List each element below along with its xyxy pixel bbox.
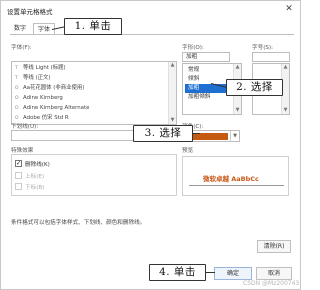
preview-text: 微软卓越 AaBbCc bbox=[203, 175, 259, 183]
callout-arrow bbox=[205, 272, 215, 274]
font-list[interactable]: T 等线 Light (标题) T 等线 (正文) O Aa花花圆体 (非商业使用) … bbox=[11, 61, 177, 125]
ok-button[interactable]: 确定 bbox=[214, 267, 252, 280]
truetype-font-icon: T bbox=[15, 76, 18, 81]
scroll-up-icon[interactable]: ▲ bbox=[169, 62, 176, 69]
font-list-item[interactable]: O Adine Kirnberg Alternate bbox=[15, 104, 89, 113]
underline-label: 下划线(U): bbox=[11, 124, 39, 130]
font-label: 字体(F): bbox=[11, 45, 32, 51]
preview-baseline bbox=[189, 185, 284, 186]
font-list-item[interactable]: T 等线 Light (标题) bbox=[15, 64, 66, 73]
scroll-up-icon[interactable]: ▲ bbox=[282, 64, 289, 71]
strikethrough-label: 删除线(K) bbox=[25, 162, 50, 168]
close-icon[interactable]: ✕ bbox=[283, 4, 295, 14]
callout-arrow bbox=[192, 133, 200, 135]
tab-divider bbox=[10, 34, 294, 35]
preview-box: 微软卓越 AaBbCc bbox=[182, 156, 289, 196]
subscript-checkbox[interactable] bbox=[15, 183, 22, 190]
watermark: CSDN @Mz200743 bbox=[243, 280, 300, 287]
scroll-down-icon[interactable]: ▼ bbox=[282, 107, 289, 114]
truetype-font-icon: T bbox=[15, 66, 18, 71]
opentype-font-icon: O bbox=[15, 106, 19, 111]
clear-button[interactable]: 清除(R) bbox=[257, 240, 291, 253]
callout-step3: 3. 选择 bbox=[133, 125, 193, 142]
opentype-font-icon: O bbox=[15, 86, 19, 91]
conditional-format-note: 条件格式可以包括字体样式、下划线、颜色和删除线。 bbox=[11, 220, 146, 226]
chevron-down-icon[interactable]: ▼ bbox=[230, 131, 239, 141]
superscript-label: 上标(E) bbox=[25, 174, 45, 180]
callout-step2: 2. 选择 bbox=[226, 79, 283, 96]
superscript-checkbox[interactable] bbox=[15, 172, 22, 179]
format-cells-dialog: 设置单元格格式 ✕ 数字 字体 字体(F): T 等线 Light (标题) T等… bbox=[0, 0, 301, 290]
font-style-input[interactable]: 加粗 bbox=[182, 52, 230, 62]
cancel-button[interactable]: 取消 bbox=[256, 267, 292, 280]
scroll-up-icon[interactable]: ▲ bbox=[234, 64, 241, 71]
font-list-item[interactable]: O Adine Kirnberg bbox=[15, 94, 63, 103]
strikethrough-checkbox[interactable] bbox=[15, 159, 22, 167]
scroll-down-icon[interactable]: ▼ bbox=[169, 117, 176, 124]
preview-label: 预览 bbox=[182, 148, 194, 154]
font-list-item[interactable]: O Aa花花圆体 (非商业使用) bbox=[15, 84, 84, 93]
callout-step1: 1. 单击 bbox=[64, 18, 122, 35]
callout-step4: 4. 单击 bbox=[149, 264, 206, 281]
font-list-scrollbar[interactable]: ▲ ▼ bbox=[168, 62, 176, 124]
subscript-label: 下标(B) bbox=[25, 185, 45, 191]
dialog-title: 设置单元格格式 bbox=[7, 8, 53, 16]
font-size-input[interactable] bbox=[252, 52, 290, 62]
font-style-label: 字形(O): bbox=[182, 45, 204, 51]
effects-label: 特殊效果 bbox=[11, 148, 34, 154]
opentype-font-icon: O bbox=[15, 96, 19, 101]
scroll-down-icon[interactable]: ▼ bbox=[234, 107, 241, 114]
font-list-item[interactable]: T 等线 (正文) bbox=[15, 74, 50, 83]
font-style-item-regular[interactable]: 常规 bbox=[185, 66, 236, 75]
font-size-label: 字号(S): bbox=[252, 45, 273, 51]
